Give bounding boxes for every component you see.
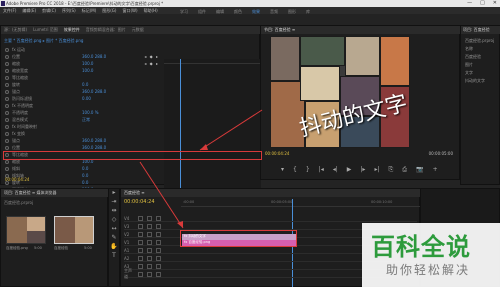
arrow-head [200, 144, 208, 150]
watermark-title: 百科全说 [371, 233, 471, 261]
arrow-line [139, 161, 184, 229]
watermark-subtitle: 助你轻松解决 [386, 263, 471, 277]
arrow-line [199, 109, 263, 151]
watermark: 百科全说 助你轻松解决 [362, 223, 500, 287]
arrow-head [177, 221, 183, 228]
